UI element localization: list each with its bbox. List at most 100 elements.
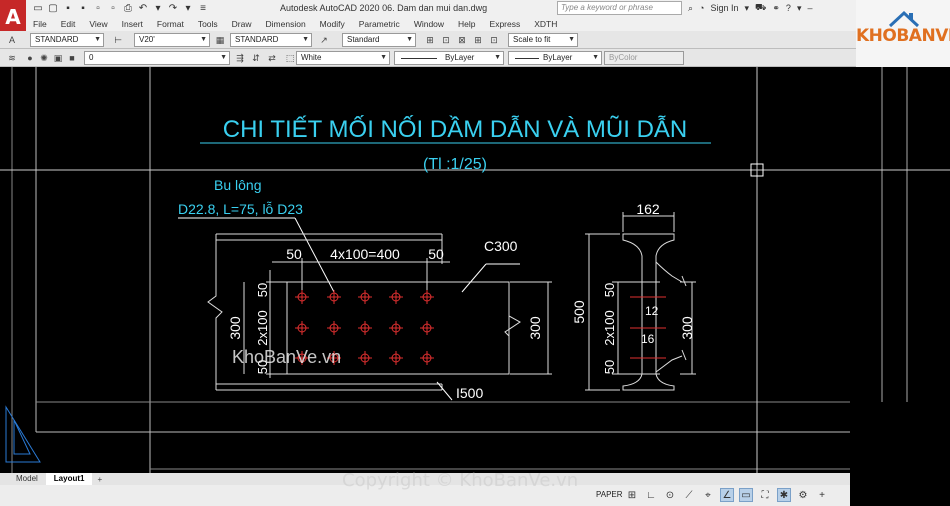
menu-edit[interactable]: Edit xyxy=(54,18,83,31)
cad-drawing[interactable]: CHI TIẾT MỐI NỐI DẦM DẪN VÀ MŨI DẪN (Tl … xyxy=(0,67,950,473)
help-dropdown-icon[interactable]: ▾ xyxy=(797,3,802,14)
menu-help[interactable]: Help xyxy=(451,18,482,31)
layer-previous-icon[interactable]: ⇵ xyxy=(250,52,262,64)
menu-window[interactable]: Window xyxy=(407,18,451,31)
annotation-icon-4[interactable]: ⊞ xyxy=(472,34,484,46)
lineweight-toggle-icon[interactable]: ▭ xyxy=(739,488,753,502)
isodraft-icon[interactable]: ⟋ xyxy=(682,488,696,502)
table-style-icon[interactable]: ▦ xyxy=(214,34,226,46)
multileader-style-select[interactable]: Standard ▼ xyxy=(342,33,416,47)
layer-manager-icon[interactable]: ≋ xyxy=(6,52,18,64)
plot-icon[interactable]: ⎙ xyxy=(122,2,134,14)
web-save-icon[interactable]: ▫ xyxy=(107,2,119,14)
tab-model[interactable]: Model xyxy=(8,473,46,485)
styles-toolbar: A STANDARD ▼ ⊢ V20' ▼ ▦ STANDARD ▼ ↗ Standa… xyxy=(0,31,856,49)
otrack-icon[interactable]: ∠ xyxy=(720,488,734,502)
text-style-value: STANDARD xyxy=(35,35,79,44)
osnap-icon[interactable]: ⌖ xyxy=(701,488,715,502)
text-style-select[interactable]: STANDARD ▼ xyxy=(30,33,104,47)
tab-layout1[interactable]: Layout1 xyxy=(45,473,93,485)
save-as-icon[interactable]: ▪ xyxy=(77,2,89,14)
lineweight-preview xyxy=(515,58,539,59)
bolt-hole xyxy=(295,290,309,304)
chevron-down-icon: ▼ xyxy=(406,36,413,43)
sign-in-link[interactable]: Sign In xyxy=(710,3,738,13)
app-menu-button[interactable]: A xyxy=(0,0,26,34)
linetype-select[interactable]: ByLayer ▼ xyxy=(394,51,504,65)
drawing-canvas[interactable]: CHI TIẾT MỐI NỐI DẦM DẪN VÀ MŨI DẪN (Tl … xyxy=(0,67,950,473)
save-icon[interactable]: ▪ xyxy=(62,2,74,14)
multileader-style-value: Standard xyxy=(347,35,380,44)
menu-format[interactable]: Format xyxy=(150,18,191,31)
annotation-icon-1[interactable]: ⊞ xyxy=(424,34,436,46)
dim-style-select[interactable]: V20' ▼ xyxy=(134,33,210,47)
color-control-icon[interactable]: ⬚ xyxy=(284,52,296,64)
annotation-visibility-icon[interactable]: ✱ xyxy=(777,488,791,502)
ortho-icon[interactable]: ∟ xyxy=(644,488,658,502)
search-input[interactable]: Type a keyword or phrase xyxy=(557,1,682,15)
annotation-icon-2[interactable]: ⊡ xyxy=(440,34,452,46)
polar-icon[interactable]: ⊙ xyxy=(663,488,677,502)
vdim-2x100: 2x100 xyxy=(255,310,270,345)
linetype-preview xyxy=(401,58,437,59)
annotation-scale-select[interactable]: Scale to fit ▼ xyxy=(508,33,578,47)
sun-icon: ✺ xyxy=(40,52,48,63)
bolt-label: Bu lông xyxy=(214,177,261,193)
dropdown-icon[interactable]: ▾ xyxy=(745,3,750,14)
chevron-down-icon: ▼ xyxy=(494,54,501,61)
web-open-icon[interactable]: ▫ xyxy=(92,2,104,14)
layer-match-icon[interactable]: ⇄ xyxy=(266,52,278,64)
layer-select[interactable]: 0 ▼ xyxy=(84,51,230,65)
chevron-down-icon: ▼ xyxy=(380,54,387,61)
menu-draw[interactable]: Draw xyxy=(225,18,259,31)
add-layout-button[interactable]: + xyxy=(92,475,107,484)
table-style-select[interactable]: STANDARD ▼ xyxy=(230,33,312,47)
drawing-scale: (Tl :1/25) xyxy=(423,156,487,173)
ucs-icon xyxy=(5,405,41,463)
plus-icon[interactable]: + xyxy=(815,488,829,502)
customize-qat-icon[interactable]: ≡ xyxy=(197,2,209,14)
title-right-controls: ⌕ ◔ Sign In ▾ ⛟ ⚭ ? ▾ – xyxy=(688,2,812,14)
undo-icon[interactable]: ↶ xyxy=(137,2,149,14)
menu-express[interactable]: Express xyxy=(483,18,528,31)
exchange-icon[interactable]: ⚭ xyxy=(772,3,780,14)
brand-logo-area: KHOBANVE xyxy=(856,0,950,70)
selection-cycling-icon[interactable]: ⛶ xyxy=(758,488,772,502)
open-icon[interactable]: ▢ xyxy=(47,2,59,14)
user-icon[interactable]: ◔ xyxy=(699,3,704,13)
dim-pitch: 4x100=400 xyxy=(330,246,400,262)
make-current-icon[interactable]: ⇶ xyxy=(234,52,246,64)
bolt-hole xyxy=(327,290,341,304)
grid-icon[interactable]: ⊞ xyxy=(625,488,639,502)
lineweight-select[interactable]: ByLayer ▼ xyxy=(508,51,602,65)
menu-file[interactable]: File xyxy=(26,18,54,31)
chevron-down-icon: ▼ xyxy=(592,54,599,61)
redo-icon[interactable]: ↷ xyxy=(167,2,179,14)
menu-insert[interactable]: Insert xyxy=(115,18,150,31)
horizontal-dimension xyxy=(272,258,450,292)
redo-dropdown-icon[interactable]: ▾ xyxy=(182,2,194,14)
multileader-style-icon[interactable]: ↗ xyxy=(318,34,330,46)
cart-icon[interactable]: ⛟ xyxy=(755,2,766,14)
plotstyle-value: ByColor xyxy=(609,53,638,62)
plotstyle-select: ByColor xyxy=(604,51,684,65)
help-icon[interactable]: ? xyxy=(786,3,791,13)
menu-parametric[interactable]: Parametric xyxy=(352,18,407,31)
annotation-icon-5[interactable]: ⊡ xyxy=(488,34,500,46)
dim-style-icon[interactable]: ⊢ xyxy=(112,34,124,46)
space-toggle[interactable]: PAPER xyxy=(596,490,623,499)
menu-modify[interactable]: Modify xyxy=(313,18,352,31)
dim-50-left: 50 xyxy=(286,246,302,262)
menu-view[interactable]: View xyxy=(82,18,114,31)
text-style-icon[interactable]: A xyxy=(6,34,18,46)
undo-dropdown-icon[interactable]: ▾ xyxy=(152,2,164,14)
search-icon[interactable]: ⌕ xyxy=(688,3,693,14)
color-select[interactable]: White ▼ xyxy=(296,51,390,65)
minimize-icon[interactable]: – xyxy=(807,3,812,13)
menu-xdth[interactable]: XDTH xyxy=(527,18,564,31)
menu-tools[interactable]: Tools xyxy=(191,18,225,31)
workspace-gear-icon[interactable]: ⚙ xyxy=(796,488,810,502)
new-icon[interactable]: ▭ xyxy=(32,2,44,14)
annotation-icon-3[interactable]: ⊠ xyxy=(456,34,468,46)
menu-dimension[interactable]: Dimension xyxy=(259,18,313,31)
